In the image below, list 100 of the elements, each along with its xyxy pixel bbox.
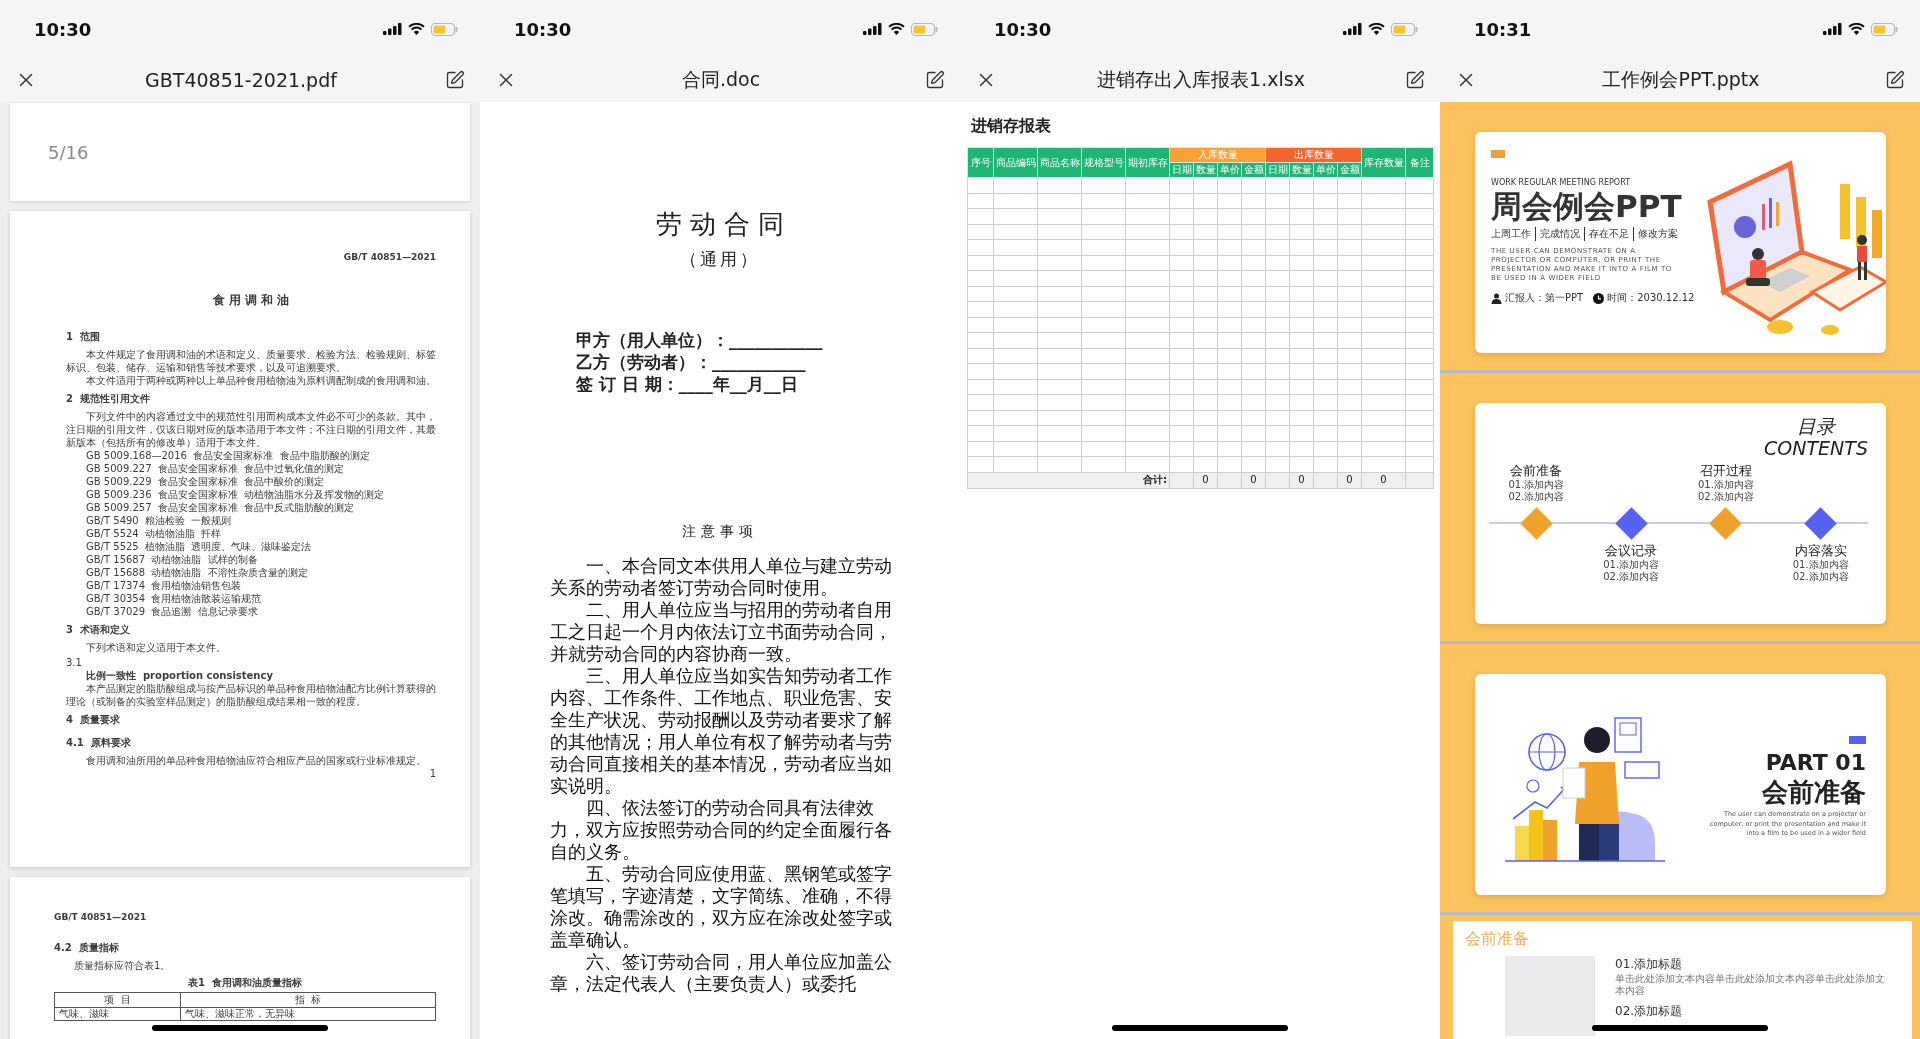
agenda-line: 02.添加内容	[1603, 571, 1660, 583]
agenda-line: 01.添加内容	[1697, 479, 1754, 491]
wifi-icon	[408, 23, 425, 35]
slide-title: 会前准备	[1465, 929, 1530, 950]
paragraph: 下列文件中的内容通过文中的规范性引用而构成本文件必不可少的条款。其中，注日期的引用文件，仅该日期对应的版本适用于本文件；不注日期的引用文件，其最新版本（包括所有的修改单）适用于本文件。	[66, 410, 436, 449]
wifi-icon	[888, 23, 905, 35]
battery-icon	[911, 22, 938, 36]
paragraph: 一、本合同文本供用人单位与建立劳动关系的劳动者签订劳动合同时使用。	[550, 555, 893, 599]
reference-line: GB/T 5524 动植物油脂 扦样	[85, 527, 223, 540]
agenda-title: 会议记录	[1605, 543, 1658, 559]
agenda-line: 02.添加内容	[1508, 491, 1565, 503]
agenda-title: 召开过程	[1699, 463, 1752, 479]
reference-line: GB/T 37029 食品追溯 信息记录要求	[85, 605, 259, 618]
agenda-line: 01.添加内容	[1508, 479, 1565, 491]
table-header-cell: 指 标	[180, 992, 436, 1008]
signal-icon	[1343, 23, 1362, 35]
section-heading: 4.2 质量指标	[54, 941, 120, 954]
section-heading: 4.1 原料要求	[66, 736, 132, 749]
date-label: 时间：2030.12.12	[1607, 291, 1695, 305]
signal-icon	[863, 23, 882, 35]
status-time: 10:30	[514, 18, 572, 40]
column-header: 规格型号	[1081, 147, 1126, 178]
standard-number: GB/T 40851—2021	[343, 251, 436, 264]
column-group-header: 入库数量	[1169, 147, 1266, 163]
edit-icon	[925, 70, 945, 90]
slide-card[interactable]: 会前准备 01.添加标题 单击此处添加文本内容单击此处添加文本内容单击此处添加文本内容 02.添加标题	[1453, 921, 1912, 1039]
form-field-line: 签 订 日 期：____年__月__日	[576, 373, 799, 395]
status-time: 10:30	[34, 18, 92, 40]
section-heading: 3 术语和定义	[66, 623, 131, 636]
topic-label: 上周工作	[1491, 227, 1532, 241]
slide-card[interactable]: 目录 CONTENTS 会前准备 01.添加内容 02.添加内容 会议记录 01.添加内容 02.添加内容 召开过程 01.添加内容 02.添加内容 内容落实 01.添加内容 02.添加内容	[1475, 403, 1886, 624]
paragraph: 本文件规定了食用调和油的术语和定义、质量要求、检验方法、检验规则、标签标识、包装、储存、运输和销售等技术要求，以及可追溯要求。	[66, 348, 436, 374]
sheet-title: 进销存报表	[971, 116, 1052, 137]
reference-line: GB/T 5490 粮油检验 一般规则	[85, 514, 233, 527]
wifi-icon	[1848, 23, 1865, 35]
status-time: 10:31	[1474, 18, 1532, 40]
point-text: 单击此处添加文本内容单击此处添加文本内容单击此处添加文本内容	[1615, 973, 1885, 997]
reference-line: GB/T 15687 动植物油脂 试样的制备	[85, 553, 259, 566]
topic-label: 完成情况	[1535, 227, 1584, 241]
column-header: 商品编码	[993, 147, 1038, 178]
paragraph: 质量指标应符合表1。	[73, 959, 172, 972]
file-title: 进销存出入库报表1.xlsx	[1097, 67, 1305, 92]
battery-icon	[431, 22, 458, 36]
file-title: 工作例会PPT.pptx	[1602, 67, 1760, 92]
accent-tag	[1491, 150, 1505, 158]
section-heading: 4 质量要求	[66, 713, 121, 726]
edit-icon	[445, 70, 465, 90]
agenda-line: 02.添加内容	[1697, 491, 1754, 503]
reference-line: GB 5009.227 食品安全国家标准 食品中过氧化值的测定	[85, 462, 346, 475]
reference-line: GB/T 15688 动植物油脂 不溶性杂质含量的测定	[85, 566, 309, 579]
form-field-line: 乙方（劳动者）：___________	[576, 351, 807, 373]
topic-label: 存在不足	[1584, 227, 1633, 241]
agenda-title: 会前准备	[1510, 463, 1563, 479]
slide-title: 目录	[1797, 415, 1836, 437]
section-heading: 2 规范性引用文件	[66, 392, 151, 405]
reference-line: GB 5009.257 食品安全国家标准 食品中反式脂肪酸的测定	[85, 501, 356, 514]
reference-line: GB/T 30354 食用植物油散装运输规范	[85, 592, 263, 605]
agenda-line: 01.添加内容	[1792, 559, 1849, 571]
agenda-line: 02.添加内容	[1792, 571, 1849, 583]
reference-line: GB 5009.236 食品安全国家标准 动植物油脂水分及挥发物的测定	[85, 488, 386, 501]
edit-icon	[1405, 70, 1425, 90]
clock-icon	[1593, 292, 1605, 304]
edit-icon	[1885, 70, 1905, 90]
point-title: 02.添加标题	[1615, 1003, 1684, 1020]
signal-icon	[1823, 23, 1842, 35]
table-caption: 表1 食用调和油质量指标	[188, 976, 302, 989]
notice-heading: 注意事项	[682, 523, 758, 541]
battery-icon	[1391, 22, 1418, 36]
column-header: 库存数量	[1361, 147, 1406, 178]
slide-card[interactable]	[1475, 132, 1886, 353]
reference-line: GB 5009.168—2016 食品安全国家标准 食品中脂肪酸的测定	[85, 449, 371, 462]
form-field-line: 甲方（用人单位）：___________	[576, 329, 823, 351]
agenda-title: 内容落实	[1794, 543, 1847, 559]
column-header: 备注	[1405, 147, 1434, 178]
paragraph: 三、用人单位应当如实告知劳动者工作内容、工作条件、工作地点、职业危害、安全生产状况、劳动报酬以及劳动者要求了解的其他情况；用人单位有权了解劳动者与劳动合同直接相关的基本情况，劳动者应当如实说明。	[550, 665, 893, 797]
file-title: 合同.doc	[681, 67, 761, 92]
reporter-label: 汇报人：第一PPT	[1505, 291, 1584, 305]
page-number: 1	[429, 767, 436, 780]
slide-title: 周会例会PPT	[1491, 187, 1683, 225]
signal-icon	[383, 23, 402, 35]
slide-subtitle: CONTENTS	[1764, 437, 1868, 459]
reference-line: GB 5009.229 食品安全国家标准 食品中酸价的测定	[85, 475, 326, 488]
topic-label: 修改方案	[1633, 227, 1682, 241]
paragraph: 六、签订劳动合同，用人单位应加盖公章，法定代表人（主要负责人）或委托	[550, 951, 893, 995]
agenda-line: 01.添加内容	[1603, 559, 1660, 571]
status-time: 10:30	[994, 18, 1052, 40]
point-title: 01.添加标题	[1615, 956, 1684, 973]
wifi-icon	[1368, 23, 1385, 35]
section-heading: 1 范围	[66, 330, 101, 343]
column-header: 期初库存	[1125, 147, 1170, 178]
battery-icon	[1871, 22, 1898, 36]
paragraph: 本产品测定的脂肪酸组成与按产品标识的单品种食用植物油配方比例计算获得的理论（或制备的实验室样品测定）的脂肪酸组成结果相一致的程度。	[66, 682, 436, 708]
column-header: 序号	[967, 147, 994, 178]
paragraph: 五、劳动合同应使用蓝、黑钢笔或签字笔填写，字迹清楚，文字简练、准确，不得涂改。确需涂改的，双方应在涂改处签字或盖章确认。	[550, 863, 893, 951]
file-title: GBT40851-2021.pdf	[145, 69, 337, 91]
slide-title: 会前准备	[1762, 776, 1866, 808]
reference-line: GB/T 17374 食用植物油销售包装	[85, 579, 243, 592]
slide-label: WORK REGULAR MEETING REPORT	[1491, 178, 1632, 187]
column-header: 商品名称	[1037, 147, 1082, 178]
paragraph: 本文件适用于两种或两种以上单品种食用植物油为原料调配制成的食用调和油。	[85, 374, 436, 387]
